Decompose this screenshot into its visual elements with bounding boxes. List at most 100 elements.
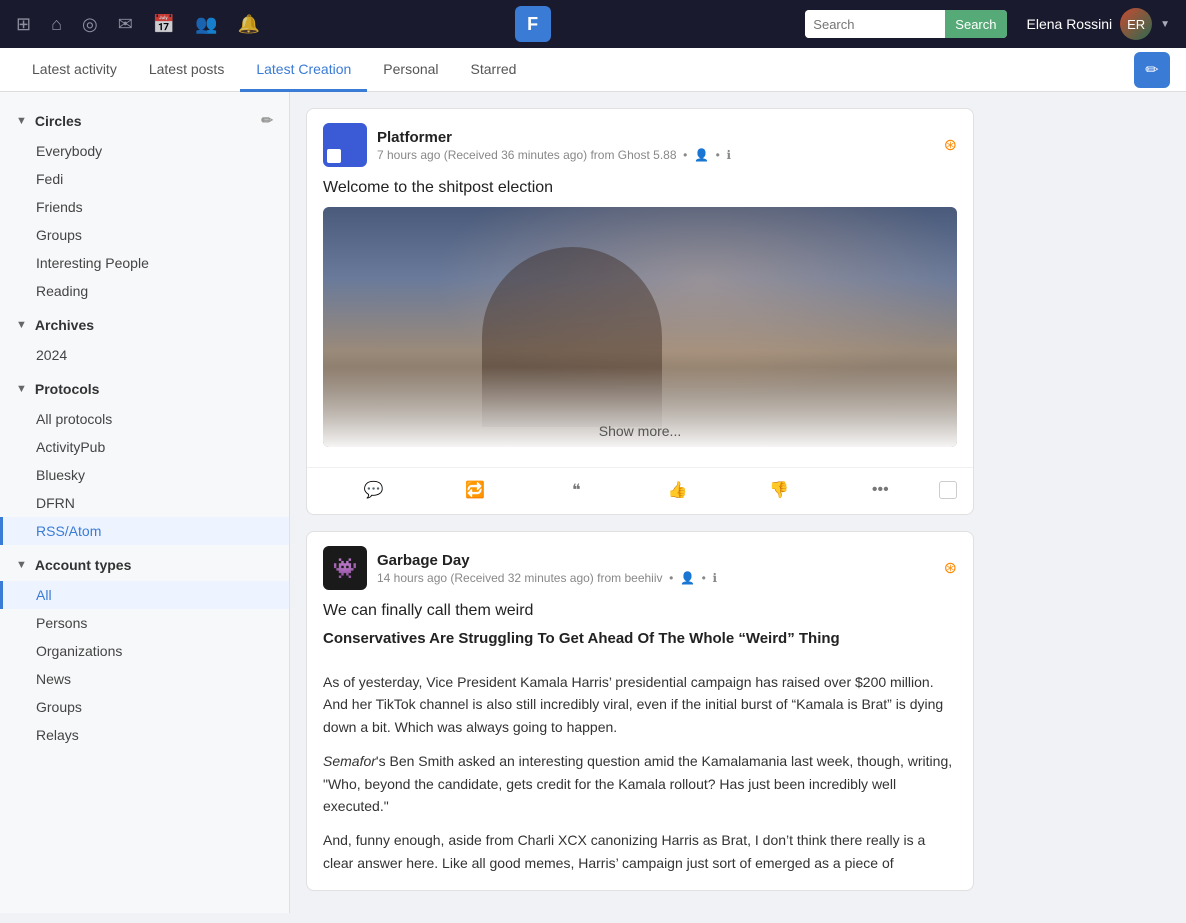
circles-header[interactable]: ▼ Circles ✏: [0, 104, 289, 137]
person-icon-gd: 👤: [680, 571, 695, 585]
more-icon[interactable]: •••: [830, 477, 931, 503]
search-box: Search: [805, 10, 1006, 38]
main-feed: Platformer 7 hours ago (Received 36 minu…: [290, 92, 990, 923]
tab-personal[interactable]: Personal: [367, 49, 454, 92]
sidebar-item-interesting-people[interactable]: Interesting People: [0, 249, 289, 277]
sidebar-item-relays[interactable]: Relays: [0, 721, 289, 749]
tab-starred[interactable]: Starred: [455, 49, 533, 92]
sub-navigation: Latest activity Latest posts Latest Crea…: [0, 48, 1186, 92]
card-meta-platformer: Platformer 7 hours ago (Received 36 minu…: [377, 129, 934, 162]
account-types-arrow: ▼: [16, 559, 27, 571]
card-image-platformer: Show more...: [323, 207, 957, 447]
account-types-header[interactable]: ▼ Account types: [0, 549, 289, 581]
bell-icon[interactable]: 🔔: [238, 14, 260, 35]
protocols-header[interactable]: ▼ Protocols: [0, 373, 289, 405]
show-more-button[interactable]: Show more...: [599, 423, 681, 439]
archives-header[interactable]: ▼ Archives: [0, 309, 289, 341]
search-input[interactable]: [805, 10, 945, 38]
sidebar-item-news[interactable]: News: [0, 665, 289, 693]
card-paragraph-1: As of yesterday, Vice President Kamala H…: [323, 671, 957, 738]
sidebar-item-organizations[interactable]: Organizations: [0, 637, 289, 665]
sidebar-item-bluesky[interactable]: Bluesky: [0, 461, 289, 489]
card-actions-platformer: 💬 🔁 ❝ 👍 👎 •••: [307, 467, 973, 514]
search-button[interactable]: Search: [945, 10, 1006, 38]
card-meta-garbage-day: Garbage Day 14 hours ago (Received 32 mi…: [377, 552, 934, 585]
card-source-garbage-day[interactable]: Garbage Day: [377, 552, 934, 569]
archives-arrow: ▼: [16, 319, 27, 331]
people-icon[interactable]: 👥: [195, 14, 217, 35]
user-area[interactable]: Elena Rossini ER ▼: [1027, 8, 1171, 40]
card-checkbox[interactable]: [939, 481, 957, 499]
card-time-garbage-day: 14 hours ago (Received 32 minutes ago) f…: [377, 571, 934, 585]
circles-edit-icon[interactable]: ✏: [261, 112, 273, 129]
sidebar-item-fedi[interactable]: Fedi: [0, 165, 289, 193]
sidebar-item-dfrn[interactable]: DFRN: [0, 489, 289, 517]
account-types-section: ▼ Account types All Persons Organization…: [0, 549, 289, 749]
archives-label: Archives: [35, 317, 94, 333]
protocols-arrow: ▼: [16, 383, 27, 395]
semafor-em: Semafor: [323, 753, 376, 769]
user-name: Elena Rossini: [1027, 16, 1113, 32]
account-types-label: Account types: [35, 557, 131, 573]
mail-icon[interactable]: ✉: [118, 14, 133, 35]
page-layout: ▼ Circles ✏ Everybody Fedi Friends Group…: [0, 92, 1186, 923]
card-text-garbage-day: As of yesterday, Vice President Kamala H…: [307, 671, 973, 890]
info-icon: ℹ: [727, 148, 732, 162]
feed-card-platformer: Platformer 7 hours ago (Received 36 minu…: [306, 108, 974, 515]
person-icon: 👤: [694, 148, 709, 162]
archives-section: ▼ Archives 2024: [0, 309, 289, 369]
card-header-platformer: Platformer 7 hours ago (Received 36 minu…: [307, 109, 973, 175]
tab-latest-creation[interactable]: Latest Creation: [240, 49, 367, 92]
card-paragraph-2: Semafor's Ben Smith asked an interesting…: [323, 750, 957, 817]
protocols-label: Protocols: [35, 381, 100, 397]
card-headline-platformer: Welcome to the shitpost election: [323, 179, 957, 197]
sidebar-item-groups[interactable]: Groups: [0, 221, 289, 249]
quote-icon[interactable]: ❝: [526, 476, 627, 504]
sidebar-item-reading[interactable]: Reading: [0, 277, 289, 305]
app-logo: F: [515, 6, 551, 42]
like-icon[interactable]: 👍: [627, 476, 728, 504]
card-header-garbage-day: 👾 Garbage Day 14 hours ago (Received 32 …: [307, 532, 973, 598]
sidebar-item-everybody[interactable]: Everybody: [0, 137, 289, 165]
card-subheadline-garbage-day: Conservatives Are Struggling To Get Ahea…: [323, 630, 957, 647]
calendar-icon[interactable]: 📅: [153, 14, 175, 35]
garbage-day-avatar: 👾: [323, 546, 367, 590]
circles-section: ▼ Circles ✏ Everybody Fedi Friends Group…: [0, 104, 289, 305]
platformer-avatar: [323, 123, 367, 167]
top-navigation: ⊞ ⌂ ◎ ✉ 📅 👥 🔔 F Search Elena Rossini ER …: [0, 0, 1186, 48]
card-headline-garbage-day: We can finally call them weird: [323, 602, 957, 620]
protocols-section: ▼ Protocols All protocols ActivityPub Bl…: [0, 373, 289, 545]
card-body-garbage-day: We can finally call them weird Conservat…: [307, 598, 973, 671]
dislike-icon[interactable]: 👎: [728, 476, 829, 504]
sidebar-item-all-protocols[interactable]: All protocols: [0, 405, 289, 433]
card-body-platformer: Welcome to the shitpost election Show mo…: [307, 175, 973, 467]
target-icon[interactable]: ◎: [82, 14, 98, 35]
card-paragraph-3: And, funny enough, aside from Charli XCX…: [323, 829, 957, 874]
circles-label: Circles: [35, 113, 82, 129]
sidebar-item-all-accounts[interactable]: All: [0, 581, 289, 609]
rss-icon-garbage-day[interactable]: ⊛: [944, 558, 957, 578]
sidebar: ▼ Circles ✏ Everybody Fedi Friends Group…: [0, 92, 290, 913]
tab-latest-activity[interactable]: Latest activity: [16, 49, 133, 92]
sidebar-item-persons[interactable]: Persons: [0, 609, 289, 637]
comment-icon[interactable]: 💬: [323, 476, 424, 504]
sidebar-item-activitypub[interactable]: ActivityPub: [0, 433, 289, 461]
feed-card-garbage-day: 👾 Garbage Day 14 hours ago (Received 32 …: [306, 531, 974, 891]
sidebar-item-groups-account[interactable]: Groups: [0, 693, 289, 721]
repost-icon[interactable]: 🔁: [424, 476, 525, 504]
sidebar-item-2024[interactable]: 2024: [0, 341, 289, 369]
home-icon[interactable]: ⌂: [51, 14, 62, 35]
show-more-overlay: Show more...: [323, 367, 957, 447]
sidebar-item-rss-atom[interactable]: RSS/Atom: [0, 517, 289, 545]
rss-icon-platformer[interactable]: ⊛: [944, 135, 957, 155]
tab-latest-posts[interactable]: Latest posts: [133, 49, 241, 92]
card-source-platformer[interactable]: Platformer: [377, 129, 934, 146]
info-icon-gd: ℹ: [713, 571, 718, 585]
user-dropdown-arrow[interactable]: ▼: [1160, 19, 1170, 30]
sidebar-item-friends[interactable]: Friends: [0, 193, 289, 221]
circles-arrow: ▼: [16, 115, 27, 127]
grid-icon[interactable]: ⊞: [16, 14, 31, 35]
edit-button[interactable]: ✏: [1134, 52, 1170, 88]
avatar: ER: [1120, 8, 1152, 40]
card-time-platformer: 7 hours ago (Received 36 minutes ago) fr…: [377, 148, 934, 162]
